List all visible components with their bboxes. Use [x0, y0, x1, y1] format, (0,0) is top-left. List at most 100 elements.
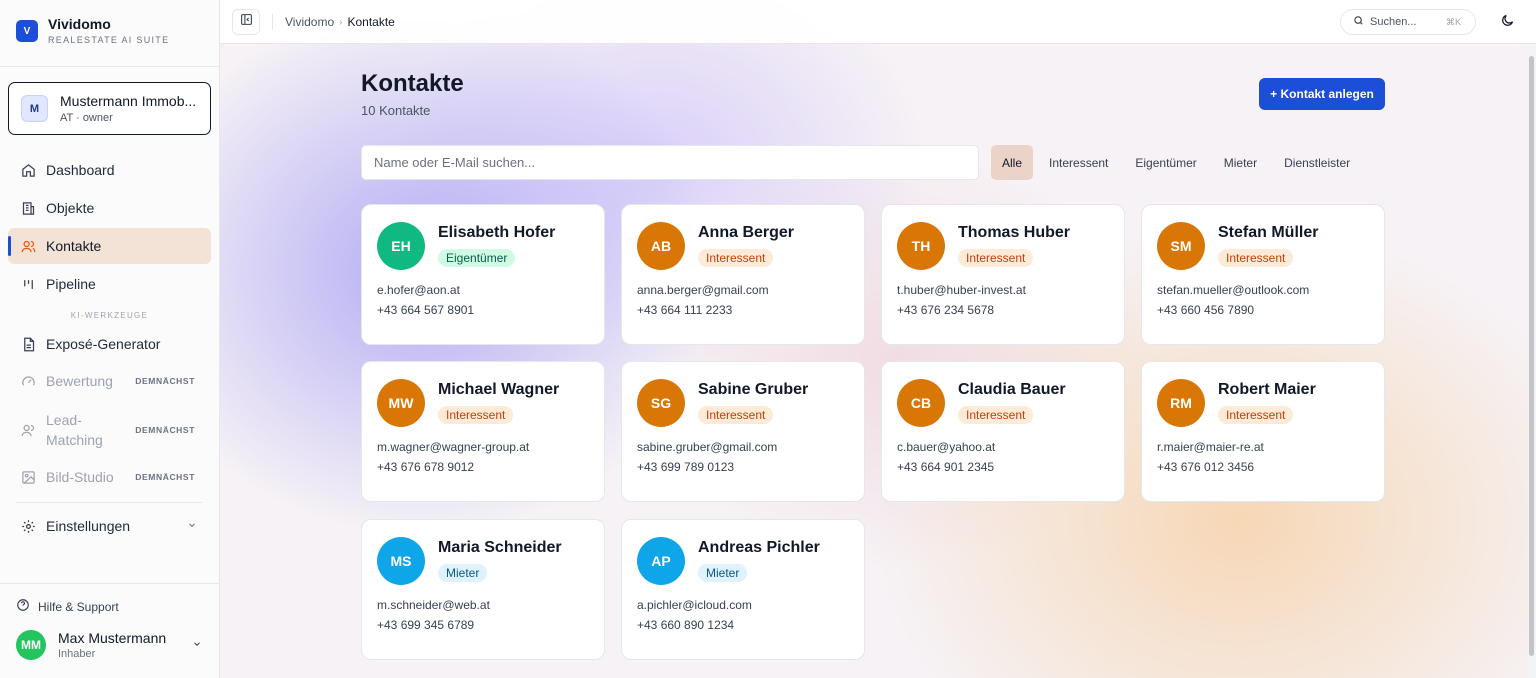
soon-badge: DEMNÄCHST	[135, 472, 195, 482]
contact-phone: +43 699 345 6789	[377, 618, 475, 632]
avatar: MW	[377, 379, 425, 427]
chevron-down-icon	[187, 519, 197, 533]
sidebar-item-label: Bild-Studio	[46, 469, 114, 485]
contact-card[interactable]: CB Claudia Bauer Interessent c.bauer@yah…	[881, 361, 1125, 502]
contact-phone: +43 676 234 5678	[897, 303, 995, 317]
chevron-down-icon	[192, 638, 202, 652]
breadcrumb-separator: ›	[339, 16, 343, 28]
label-line-2: Matching	[46, 432, 103, 448]
sidebar-item-einstellungen[interactable]: Einstellungen	[8, 508, 211, 544]
contact-search-input[interactable]	[361, 145, 979, 180]
contact-name: Claudia Bauer	[958, 381, 1066, 398]
scrollbar-thumb[interactable]	[1529, 56, 1534, 656]
contact-email: m.wagner@wagner-group.at	[377, 440, 530, 454]
contact-count: 10 Kontakte	[361, 103, 431, 118]
kanban-icon	[20, 276, 36, 292]
avatar: MS	[377, 537, 425, 585]
contact-email: r.maier@maier-re.at	[1157, 440, 1264, 454]
org-name: Mustermann Immob...	[60, 93, 197, 109]
help-support-link[interactable]: Hilfe & Support	[16, 598, 119, 615]
avatar: RM	[1157, 379, 1205, 427]
sidebar-item-objekte[interactable]: Objekte	[8, 190, 211, 226]
role-badge: Interessent	[698, 249, 774, 267]
soon-badge: DEMNÄCHST	[135, 425, 195, 435]
section-label-ai: KI-WERKZEUGE	[70, 311, 149, 320]
page-title: Kontakte	[361, 70, 464, 97]
theme-toggle-button[interactable]	[1500, 13, 1518, 31]
avatar: AB	[637, 222, 685, 270]
sidebar-toggle-button[interactable]	[232, 9, 260, 35]
contact-card[interactable]: RM Robert Maier Interessent r.maier@maie…	[1141, 361, 1385, 502]
contact-card[interactable]: AP Andreas Pichler Mieter a.pichler@iclo…	[621, 519, 865, 660]
add-contact-button[interactable]: + Kontakt anlegen	[1259, 78, 1385, 110]
user-menu[interactable]: MM Max Mustermann Inhaber	[16, 630, 206, 660]
brand-subtitle: REALESTATE AI SUITE	[48, 35, 170, 45]
contact-phone: +43 664 567 8901	[377, 303, 475, 317]
sidebar-item-lead-matching: Lead- Matching DEMNÄCHST	[8, 410, 211, 450]
contact-card[interactable]: SG Sabine Gruber Interessent sabine.grub…	[621, 361, 865, 502]
sidebar-item-dashboard[interactable]: Dashboard	[8, 152, 211, 188]
contact-phone: +43 676 012 3456	[1157, 460, 1255, 474]
image-icon	[20, 469, 36, 485]
contact-name: Stefan Müller	[1218, 224, 1319, 241]
sidebar-item-label: Einstellungen	[46, 518, 131, 534]
role-badge: Interessent	[438, 406, 514, 424]
global-search[interactable]: Suchen... ⌘K	[1340, 9, 1476, 35]
sidebar-item-label: Lead- Matching	[46, 410, 103, 450]
filter-tab-alle[interactable]: Alle	[991, 145, 1034, 180]
contact-card[interactable]: AB Anna Berger Interessent anna.berger@g…	[621, 204, 865, 345]
contact-card[interactable]: SM Stefan Müller Interessent stefan.muel…	[1141, 204, 1385, 345]
contact-phone: +43 664 111 2233	[637, 303, 733, 317]
panel-left-icon	[240, 13, 253, 31]
filter-tab-eigentuemer[interactable]: Eigentümer	[1124, 145, 1207, 180]
divider	[16, 502, 202, 503]
contact-phone: +43 664 901 2345	[897, 460, 995, 474]
contact-name: Anna Berger	[698, 224, 795, 241]
divider	[0, 583, 219, 584]
divider	[272, 14, 273, 30]
contact-card[interactable]: MS Maria Schneider Mieter m.schneider@we…	[361, 519, 605, 660]
search-shortcut: ⌘K	[1445, 16, 1461, 27]
avatar: AP	[637, 537, 685, 585]
sidebar-item-pipeline[interactable]: Pipeline	[8, 266, 211, 302]
role-badge: Eigentümer	[438, 249, 516, 267]
filter-tab-mieter[interactable]: Mieter	[1213, 145, 1268, 180]
moon-icon	[1500, 14, 1515, 32]
sidebar-item-label: Kontakte	[46, 238, 102, 254]
contact-email: stefan.mueller@outlook.com	[1157, 283, 1310, 297]
sidebar-item-kontakte[interactable]: Kontakte	[8, 228, 211, 264]
sidebar-item-label: Dashboard	[46, 162, 115, 178]
avatar: TH	[897, 222, 945, 270]
filter-tab-interessent[interactable]: Interessent	[1038, 145, 1119, 180]
contact-phone: +43 660 890 1234	[637, 618, 735, 632]
contact-card[interactable]: TH Thomas Huber Interessent t.huber@hube…	[881, 204, 1125, 345]
sidebar-item-label: Exposé-Generator	[46, 336, 161, 352]
sidebar-item-bewertung: Bewertung DEMNÄCHST	[8, 363, 211, 399]
breadcrumb: Vividomo › Kontakte	[285, 15, 395, 29]
role-badge: Interessent	[698, 406, 774, 424]
breadcrumb-root[interactable]: Vividomo	[285, 15, 334, 29]
filter-tab-dienstleister[interactable]: Dienstleister	[1273, 145, 1361, 180]
contact-email: c.bauer@yahoo.at	[897, 440, 996, 454]
contact-phone: +43 699 789 0123	[637, 460, 735, 474]
gear-icon	[20, 518, 36, 534]
avatar: CB	[897, 379, 945, 427]
brand-name: Vividomo	[48, 16, 111, 32]
contact-card[interactable]: MW Michael Wagner Interessent m.wagner@w…	[361, 361, 605, 502]
contact-card[interactable]: EH Elisabeth Hofer Eigentümer e.hofer@ao…	[361, 204, 605, 345]
org-switcher[interactable]: M Mustermann Immob... AT · owner	[8, 82, 211, 135]
role-badge: Interessent	[958, 249, 1034, 267]
search-label: Suchen...	[1370, 16, 1417, 28]
role-badge: Interessent	[1218, 406, 1294, 424]
contact-name: Elisabeth Hofer	[438, 224, 556, 241]
scrollbar[interactable]	[1528, 44, 1536, 678]
avatar: SM	[1157, 222, 1205, 270]
sidebar-item-label: Pipeline	[46, 276, 96, 292]
building-icon	[20, 200, 36, 216]
role-filter-tabs: Alle Interessent Eigentümer Mieter Diens…	[991, 145, 1361, 180]
sidebar-item-bild-studio: Bild-Studio DEMNÄCHST	[8, 459, 211, 495]
sidebar-item-expose-generator[interactable]: Exposé-Generator	[8, 326, 211, 362]
org-avatar: M	[21, 95, 48, 122]
brand[interactable]: V Vividomo REALESTATE AI SUITE	[16, 16, 169, 45]
role-badge: Interessent	[958, 406, 1034, 424]
